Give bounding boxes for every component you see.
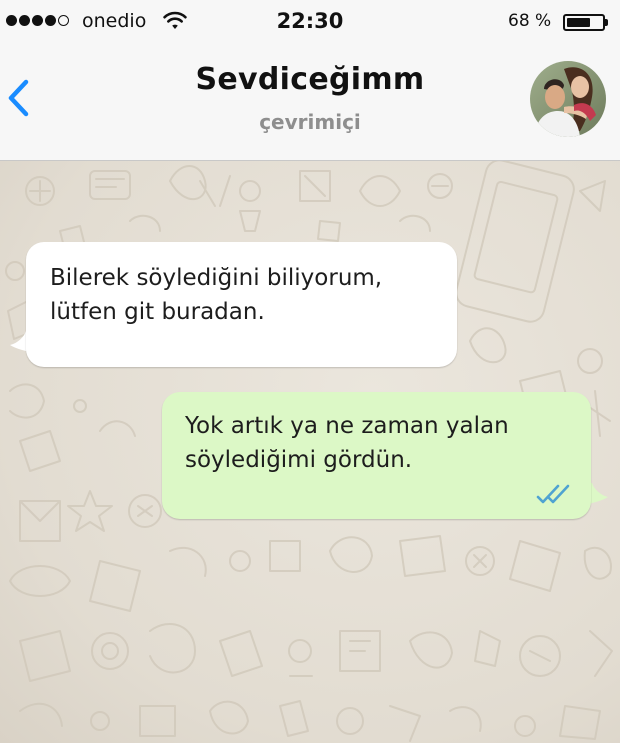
battery-level [567,18,591,27]
contact-name[interactable]: Sevdiceğimm [0,62,620,97]
battery-icon [563,14,605,31]
profile-photo [530,61,606,137]
avatar[interactable] [530,61,606,137]
chat-header: Sevdiceğimm çevrimiçi [0,48,620,161]
double-check-icon [536,483,570,509]
status-bar: onedio 22:30 68 % [0,0,620,48]
message-text-line: Yok artık ya ne zaman yalan [185,413,509,439]
message-text-line: Bilerek söylediğini biliyorum, [50,265,383,291]
message-bubble-incoming[interactable]: Bilerek söylediğini biliyorum, lütfen gi… [26,242,457,367]
message-bubble-outgoing[interactable]: Yok artık ya ne zaman yalan söylediğimi … [162,392,591,519]
contact-status: çevrimiçi [259,110,361,134]
message-text-line: söylediğimi gördün. [185,447,413,473]
battery-percent: 68 % [508,11,552,31]
battery-tip [605,19,608,26]
message-text-line: lütfen git buradan. [50,299,265,325]
chat-area[interactable]: Bilerek söylediğini biliyorum, lütfen gi… [0,161,620,743]
chat-screen: onedio 22:30 68 % Sevdiceğimm çevrimiçi [0,0,620,743]
